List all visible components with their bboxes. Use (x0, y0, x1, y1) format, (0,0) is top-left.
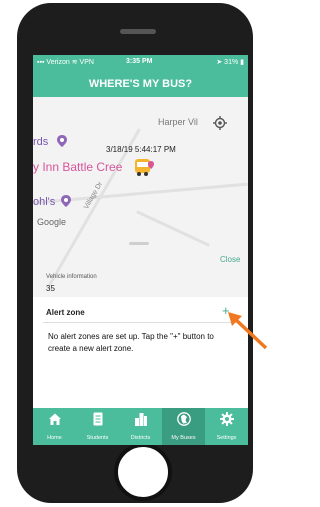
tab-students[interactable]: Students (76, 408, 119, 445)
drag-handle[interactable] (129, 242, 149, 245)
phone-speaker (120, 29, 156, 34)
bottom-tab-bar: Home Students Districts My Buses Setting… (33, 408, 248, 445)
map-label-rds: rds (33, 136, 49, 148)
tab-districts[interactable]: Districts (119, 408, 162, 445)
bus-marker-icon[interactable] (134, 157, 156, 177)
divider (43, 322, 239, 323)
tab-my-buses[interactable]: My Buses (162, 408, 205, 445)
students-icon (93, 412, 102, 426)
google-logo: Google (37, 217, 67, 227)
map-label-harper: Harper Vil (158, 117, 198, 127)
tab-label: Settings (216, 435, 237, 441)
tab-settings[interactable]: Settings (205, 408, 248, 445)
status-battery: ➤ 31% ▮ (216, 59, 244, 66)
app-screen: ▪▪▪ Verizon ≋ VPN 3:35 PM ➤ 31% ▮ WHERE'… (33, 55, 248, 445)
wifi-icon: ≋ (71, 59, 78, 66)
annotation-arrow-icon (228, 312, 268, 350)
map-label-ohls: ohl's (33, 196, 56, 208)
phone-home-button[interactable] (114, 443, 172, 501)
tab-label: Districts (130, 435, 151, 441)
bus-timestamp: 3/18/19 5:44:17 PM (106, 145, 176, 154)
my-location-icon[interactable] (213, 116, 227, 130)
app-title: WHERE'S MY BUS? (33, 71, 248, 97)
vehicle-info-value: 35 (46, 284, 55, 293)
districts-icon (134, 413, 147, 426)
status-time: 3:35 PM (126, 58, 153, 65)
tab-label: Home (47, 435, 62, 441)
vehicle-info-label: Vehicle information (46, 274, 97, 280)
tab-label: My Buses (171, 435, 196, 441)
tab-home[interactable]: Home (33, 408, 76, 445)
tab-label: Students (86, 435, 109, 441)
alert-zone-title: Alert zone (46, 308, 85, 317)
close-button[interactable]: Close (220, 255, 240, 264)
map-label-inn: y Inn Battle Cree (33, 160, 123, 174)
status-carrier: ▪▪▪ Verizon ≋ VPN (37, 59, 94, 66)
signal-icon: ▪▪▪ (37, 59, 45, 66)
home-icon (48, 413, 61, 425)
settings-icon (219, 412, 234, 426)
place-pin-icon (57, 135, 67, 147)
vpn-badge: VPN (79, 59, 94, 66)
location-arrow-icon: ➤ (216, 59, 223, 66)
battery-icon: ▮ (240, 59, 244, 66)
my-buses-icon (176, 412, 191, 426)
empty-alert-message: No alert zones are set up. Tap the "+" b… (48, 332, 214, 353)
status-bar: ▪▪▪ Verizon ≋ VPN 3:35 PM ➤ 31% ▮ (33, 55, 248, 71)
map-view[interactable]: Harper Vil rds 3/18/19 5:44:17 PM y Inn … (33, 97, 248, 297)
place-pin-icon (61, 195, 71, 207)
